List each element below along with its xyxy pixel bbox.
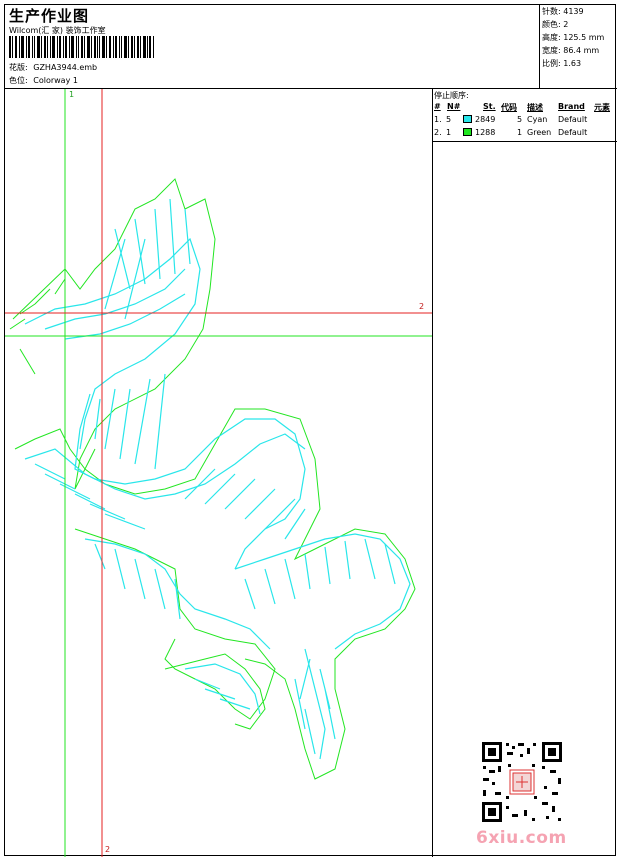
panel-divider <box>433 141 617 142</box>
stat-colors: 颜色: 2 <box>542 19 568 30</box>
guide-label-top: 1 <box>69 90 75 99</box>
company-name: Wilcom(汇 家) 装饰工作室 <box>9 26 106 35</box>
barcode <box>9 36 154 58</box>
row-stitches: 1288 <box>475 128 496 137</box>
color-swatch-cyan <box>463 115 472 123</box>
row-description: Green <box>527 128 552 137</box>
col-header-description: 描述 <box>527 103 543 112</box>
stat-value: 1.63 <box>563 59 582 68</box>
header-info: 生产作业图 Wilcom(汇 家) 装饰工作室 花版: GZHA3944.emb… <box>5 5 540 89</box>
row-index: 1. <box>434 115 442 124</box>
col-header-brand: Brand <box>558 102 585 111</box>
stat-label: 宽度: <box>542 46 561 55</box>
guide-label-right: 2 <box>419 302 425 311</box>
stat-width: 宽度: 86.4 mm <box>542 45 599 56</box>
design-file-value: GZHA3944.emb <box>33 63 98 72</box>
colorway-label: 色位: <box>9 76 28 85</box>
row-needle: 1 <box>446 128 452 137</box>
row-index: 2. <box>434 128 442 137</box>
row-brand: Default <box>558 128 588 137</box>
design-file-label: 花版: <box>9 63 28 72</box>
col-header-element: 元素 <box>594 103 610 112</box>
colorway-value: Colorway 1 <box>33 76 78 85</box>
stat-height: 高度: 125.5 mm <box>542 32 604 43</box>
row-stitches: 2849 <box>475 115 496 124</box>
row-code: 1 <box>517 128 523 137</box>
production-worksheet: 生产作业图 Wilcom(汇 家) 装饰工作室 花版: GZHA3944.emb… <box>4 4 617 857</box>
page-title: 生产作业图 <box>9 7 90 25</box>
embroidery-design <box>5 89 432 857</box>
col-header-stitches: St. <box>483 102 496 111</box>
stat-value: 86.4 mm <box>563 46 600 55</box>
row-code: 5 <box>517 115 523 124</box>
design-file-line: 花版: GZHA3944.emb <box>9 62 97 73</box>
guide-label-bottom: 2 <box>105 845 111 854</box>
row-brand: Default <box>558 115 588 124</box>
design-stats: 针数: 4139 颜色: 2 高度: 125.5 mm 宽度: 86.4 mm … <box>540 5 617 89</box>
stat-label: 颜色: <box>542 20 561 29</box>
stat-value: 4139 <box>563 7 584 16</box>
col-header-code: 代码 <box>501 103 517 112</box>
col-header-needle: N# <box>447 102 461 111</box>
design-preview: 1 2 2 <box>5 89 432 857</box>
stat-label: 比例: <box>542 59 561 68</box>
col-header-index: # <box>434 102 441 111</box>
stat-stitches: 针数: 4139 <box>542 6 584 17</box>
stat-label: 高度: <box>542 33 561 42</box>
stat-scale: 比例: 1.63 <box>542 58 581 69</box>
cyan-fill-stitches <box>24 198 411 760</box>
row-description: Cyan <box>527 115 548 124</box>
stop-sequence-title: 停止顺序: <box>434 91 469 100</box>
stat-value: 2 <box>563 20 569 29</box>
qr-code <box>480 740 564 824</box>
watermark: 6xiu.com <box>476 828 567 848</box>
stat-label: 针数: <box>542 7 561 16</box>
row-needle: 5 <box>446 115 452 124</box>
colorway-line: 色位: Colorway 1 <box>9 75 78 86</box>
color-swatch-green <box>463 128 472 136</box>
stat-value: 125.5 mm <box>563 33 605 42</box>
